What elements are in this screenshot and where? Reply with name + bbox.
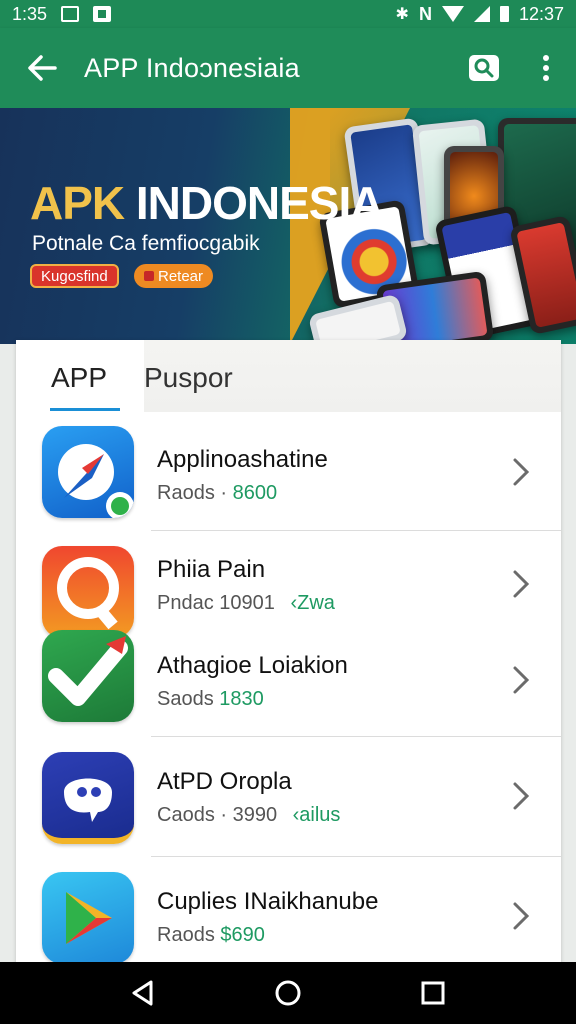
back-arrow-icon <box>28 55 57 81</box>
tab-app[interactable]: APP <box>51 362 107 394</box>
banner-secondary-button[interactable]: Retear <box>134 264 214 288</box>
app-meta: Raods $690 <box>157 924 265 947</box>
status-bar: 1:35 ✱ N 12:37 <box>0 0 576 28</box>
compass-icon <box>58 444 134 518</box>
app-title: APP Indoɔnesiaia <box>84 52 300 83</box>
app-meta-label: Raods <box>157 924 215 946</box>
triangle-back-icon <box>132 980 153 1006</box>
status-time-left: 1:35 <box>12 3 48 24</box>
app-meta-label: Saods <box>157 688 214 710</box>
app-icon <box>42 546 134 638</box>
nav-recents-button[interactable] <box>403 968 463 1018</box>
app-list-item[interactable]: Applinoashatine Raods · 8600 <box>16 416 561 531</box>
banner-headline-apk: APK <box>30 177 125 229</box>
app-name: Athagioe Loiakion <box>157 652 348 679</box>
app-meta-tag: ‹ailus <box>292 804 341 826</box>
nav-back-button[interactable] <box>113 968 173 1018</box>
app-meta-label: Raods · <box>157 482 228 504</box>
search-lens-icon <box>57 557 119 630</box>
app-meta: Pndac 10901 ‹Zwa <box>157 592 335 615</box>
app-meta-tag: ‹Zwa <box>290 592 335 614</box>
search-button[interactable] <box>452 28 516 108</box>
app-meta-value: 8600 <box>232 482 278 504</box>
tab-indicator <box>50 408 120 411</box>
app-meta: Caods · 3990 ‹ailus <box>157 804 340 827</box>
status-time-right: 12:37 <box>518 3 564 24</box>
banner-primary-button[interactable]: Kugosfind <box>30 264 119 288</box>
battery-icon <box>499 6 509 22</box>
tag-icon <box>144 271 154 281</box>
app-meta-label: Caods · 3990 <box>157 804 278 826</box>
app-list-item[interactable]: AtPD Oropla Caods · 3990 ‹ailus <box>16 744 561 857</box>
tab-puspor[interactable]: Puspor <box>144 362 233 394</box>
app-name: Applinoashatine <box>157 446 328 473</box>
app-list-card: APP Puspor Applinoashatine Raods · 8600 <box>16 340 561 976</box>
circle-home-icon <box>275 980 301 1006</box>
app-icon <box>42 872 134 964</box>
tab-bar: APP Puspor <box>16 340 561 412</box>
nfc-icon: N <box>418 3 432 24</box>
app-name: Phiia Pain <box>157 556 266 583</box>
app-list-item[interactable]: Athagioe Loiakion Saods 1830 <box>16 630 561 740</box>
promo-banner[interactable]: APK INDONESIA Potnale Ca femfiocgabik Ku… <box>0 108 576 344</box>
app-icon <box>42 426 134 518</box>
app-bar: APP Indoɔnesiaia <box>0 28 576 108</box>
divider <box>151 530 561 531</box>
checkmark-icon <box>48 636 128 706</box>
app-icon <box>42 752 134 844</box>
bluetooth-icon: ✱ <box>395 6 409 23</box>
divider <box>151 736 561 737</box>
app-name: Cuplies INaikhanube <box>157 888 379 915</box>
app-list-item[interactable]: Cuplies INaikhanube Raods $690 <box>16 866 561 976</box>
play-store-icon <box>66 892 112 944</box>
wifi-icon <box>441 6 464 22</box>
chevron-right-icon <box>509 568 533 600</box>
back-button[interactable] <box>0 28 84 108</box>
app-name: AtPD Oropla <box>157 768 292 795</box>
chevron-right-icon <box>509 780 533 812</box>
screen: 1:35 ✱ N 12:37 APP Indoɔnesiaia APK INDO… <box>0 0 576 1024</box>
chat-bubble-icon <box>64 778 112 822</box>
gallery-notification-icon <box>61 6 80 22</box>
signal-icon <box>473 6 490 22</box>
more-options-button[interactable] <box>516 28 576 108</box>
app-meta-value: 1830 <box>219 688 264 710</box>
banner-subtitle: Potnale Ca femfiocgabik <box>32 232 260 255</box>
banner-secondary-label: Retear <box>158 267 204 285</box>
banner-headline: APK INDONESIA <box>30 176 383 230</box>
nav-home-button[interactable] <box>258 968 318 1018</box>
app-meta-label: Pndac 10901 <box>157 592 275 614</box>
banner-headline-indonesia: INDONESIA <box>135 177 384 229</box>
search-icon <box>474 58 494 78</box>
divider <box>151 856 561 857</box>
message-notification-icon <box>93 6 112 22</box>
chevron-right-icon <box>509 456 533 488</box>
chevron-right-icon <box>509 664 533 696</box>
app-meta-value: $690 <box>220 924 265 946</box>
app-meta: Raods · 8600 <box>157 482 277 505</box>
square-recents-icon <box>421 981 445 1005</box>
more-vert-icon <box>543 55 549 81</box>
system-nav-bar <box>0 962 576 1024</box>
app-meta: Saods 1830 <box>157 688 264 711</box>
app-icon <box>42 630 134 722</box>
chevron-right-icon <box>509 900 533 932</box>
